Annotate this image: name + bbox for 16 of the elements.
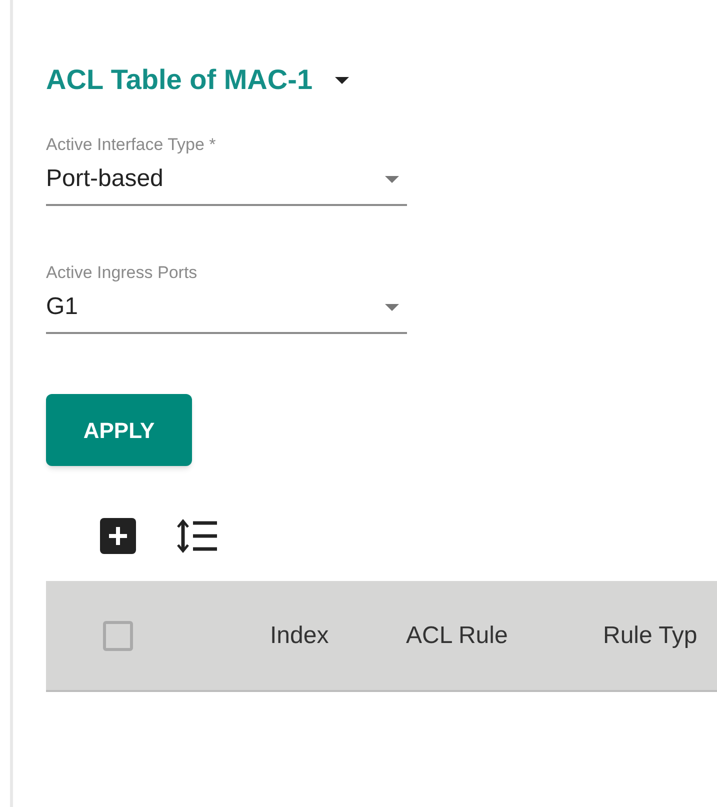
caret-icon [385, 304, 399, 310]
apply-button[interactable]: APPLY [46, 394, 192, 466]
page-title: ACL Table of MAC-1 [46, 66, 313, 94]
column-header: Rule Typ [603, 622, 698, 648]
field-label: Active Ingress Ports [46, 262, 198, 284]
sort-list-icon[interactable] [176, 519, 218, 553]
caret-icon [334, 76, 349, 84]
field-label: Active Interface Type * [46, 134, 217, 156]
select-field[interactable]: G1 [46, 292, 407, 334]
title-dropdown-button[interactable] [334, 76, 349, 84]
select-field[interactable]: Port-based [46, 164, 407, 206]
caret-icon [385, 176, 399, 182]
add-icon[interactable] [100, 518, 136, 554]
column-header: ACL Rule [406, 622, 508, 648]
checkbox[interactable] [103, 620, 133, 650]
column-header: Index [270, 622, 329, 648]
